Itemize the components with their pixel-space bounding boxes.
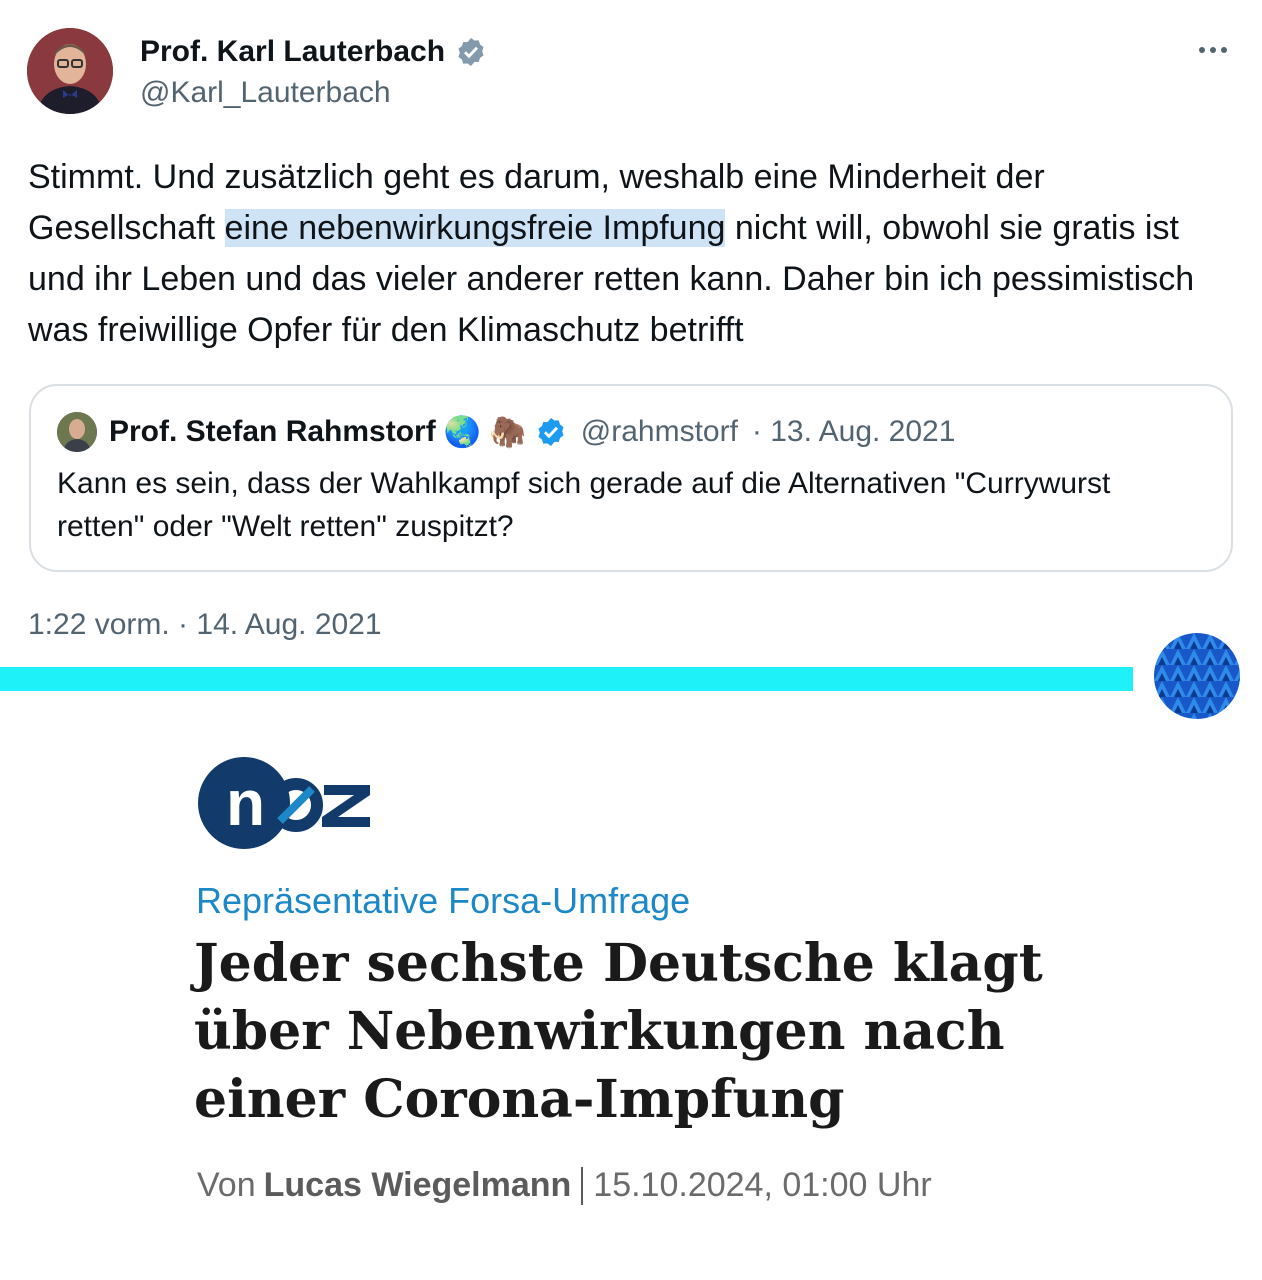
pattern-circle-icon — [1154, 633, 1240, 719]
quoted-tweet-text: Kann es sein, dass der Wahlkampf sich ge… — [57, 467, 1111, 543]
author-handle[interactable]: @Karl_Lauterbach — [140, 76, 391, 110]
tweet-timestamp[interactable]: 1:22 vorm. · 14. Aug. 2021 — [28, 608, 382, 642]
byline-prefix: Von — [197, 1166, 256, 1204]
more-options-icon[interactable] — [1193, 38, 1233, 62]
svg-text:n: n — [226, 767, 265, 839]
noz-logo: n — [198, 755, 374, 851]
byline-author[interactable]: Lucas Wiegelmann — [264, 1166, 572, 1205]
quoted-author-emojis: 🌏 🦣 — [443, 415, 527, 449]
quoted-tweet-date: · 13. Aug. 2021 — [751, 415, 956, 448]
divider-bar — [0, 667, 1133, 691]
author-name-text[interactable]: Prof. Karl Lauterbach — [140, 35, 445, 69]
tweet-text-highlight: eine nebenwirkungsfreie Impfung — [224, 209, 726, 247]
article-headline[interactable]: Jeder sechste Deutsche klagt über Nebenw… — [194, 930, 1094, 1134]
quoted-verified-badge-icon — [535, 416, 567, 448]
quoted-tweet-card[interactable]: Prof. Stefan Rahmstorf 🌏 🦣 @rahmstorf · … — [29, 384, 1233, 572]
article-byline: Von Lucas Wiegelmann 15.10.2024, 01:00 U… — [197, 1166, 932, 1205]
quoted-tweet-header: Prof. Stefan Rahmstorf 🌏 🦣 @rahmstorf · … — [57, 410, 955, 454]
quoted-author-name: Prof. Stefan Rahmstorf — [109, 415, 436, 448]
author-name[interactable]: Prof. Karl Lauterbach — [140, 32, 487, 72]
quoted-author-handle: @rahmstorf — [580, 415, 738, 448]
quoted-author-avatar — [57, 412, 97, 452]
verified-badge-icon — [455, 36, 487, 68]
article-kicker[interactable]: Repräsentative Forsa-Umfrage — [196, 880, 690, 922]
tweet-text: Stimmt. Und zusätzlich geht es darum, we… — [28, 152, 1238, 356]
byline-separator — [581, 1166, 584, 1205]
author-avatar[interactable] — [27, 28, 113, 114]
byline-date: 15.10.2024, 01:00 Uhr — [593, 1166, 932, 1204]
